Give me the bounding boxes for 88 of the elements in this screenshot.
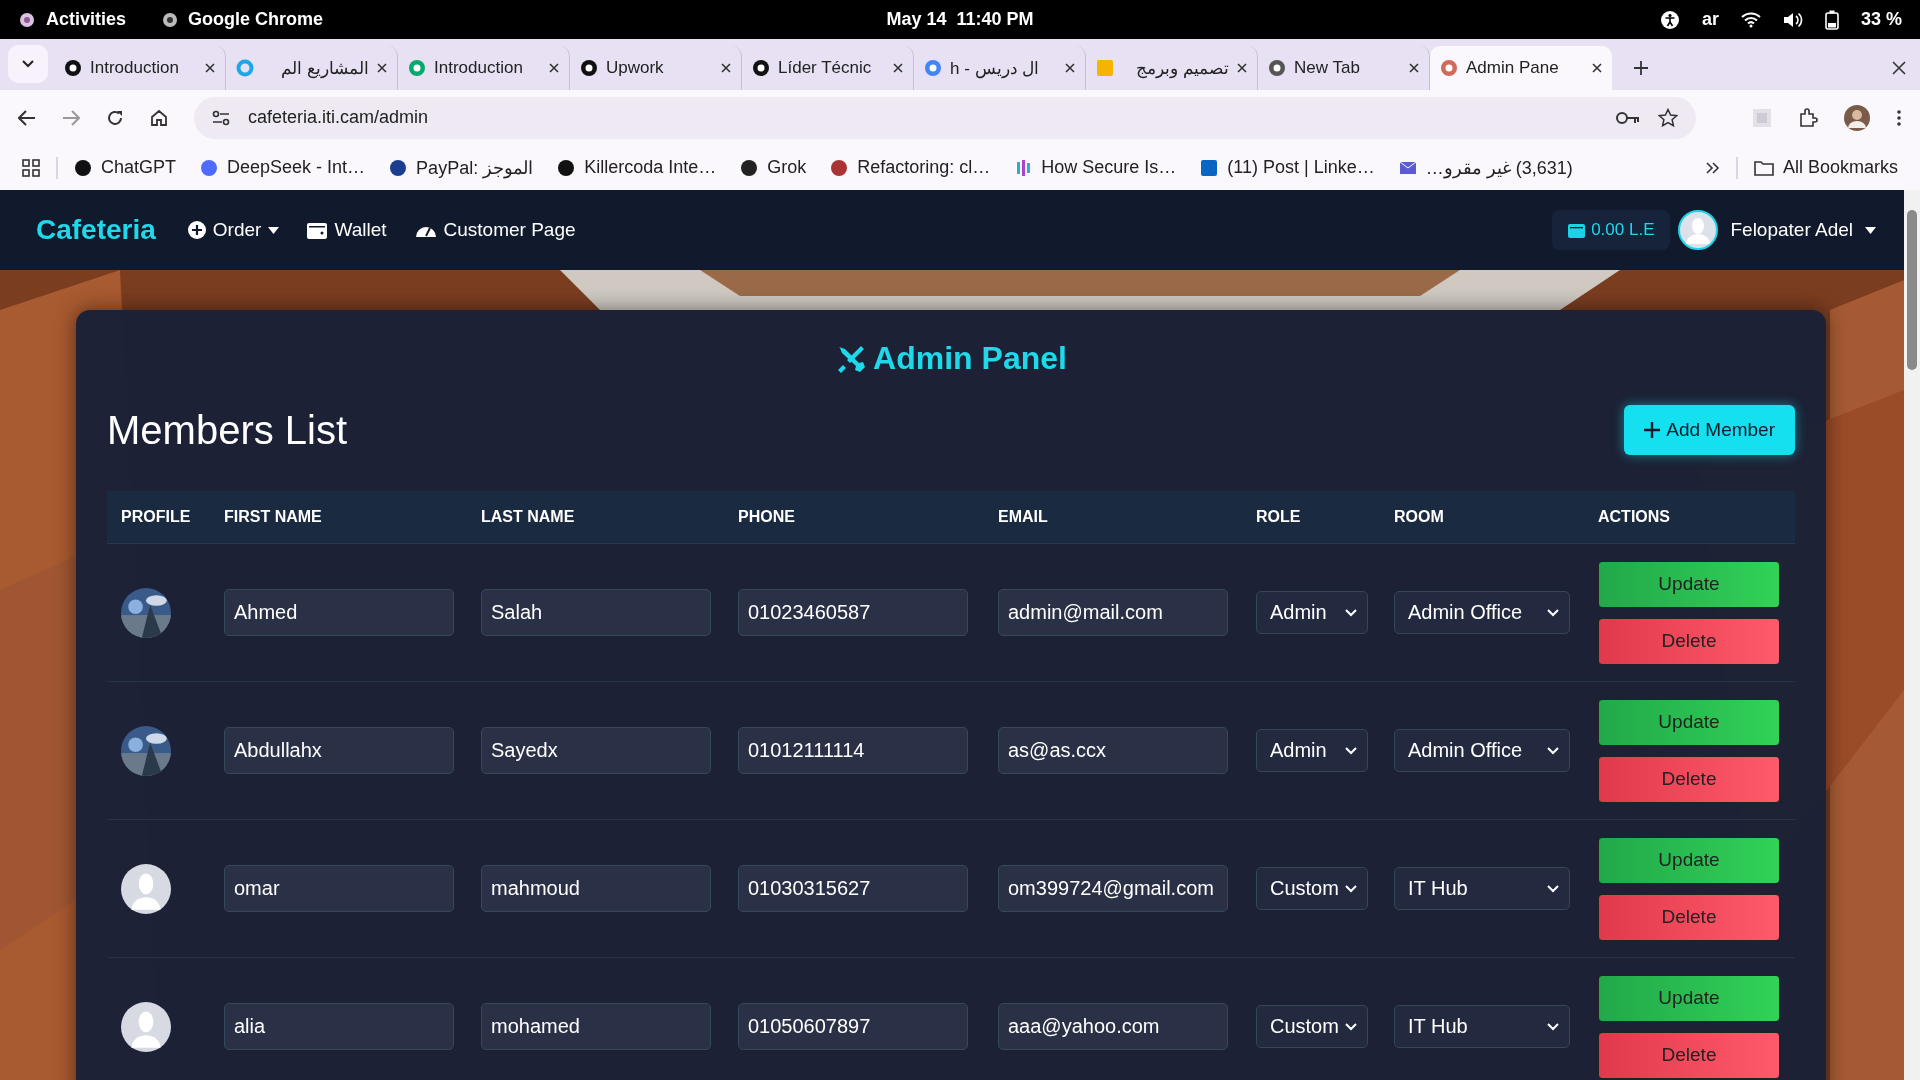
tab-title: h - ال دريس xyxy=(950,57,1041,79)
activities-icon[interactable] xyxy=(18,10,36,29)
nav-link[interactable]: Wallet xyxy=(307,219,387,241)
more-icon[interactable] xyxy=(1896,108,1902,127)
brand-logo[interactable]: Cafeteria xyxy=(36,214,156,246)
close-window-icon[interactable] xyxy=(1892,61,1906,75)
reload-icon[interactable] xyxy=(106,108,124,127)
favicon-icon xyxy=(1200,158,1219,177)
input-language[interactable]: ar xyxy=(1701,9,1719,30)
favicon-icon xyxy=(1440,59,1458,77)
favicon-icon xyxy=(752,59,770,77)
tab-title: Introduction xyxy=(90,58,180,78)
wallet-balance[interactable]: 0.00 L.E xyxy=(1552,210,1671,250)
bookmark[interactable]: Refactoring: cl… xyxy=(830,157,991,178)
forward-icon[interactable] xyxy=(62,109,80,126)
browser-tab[interactable]: Admin Pane xyxy=(1430,46,1612,90)
favicon-icon xyxy=(1014,158,1033,177)
home-icon[interactable] xyxy=(150,108,168,127)
address-bar[interactable]: cafeteria.iti.cam/admin xyxy=(194,96,1696,139)
bookmark[interactable]: (3,631) غير مقرو… xyxy=(1398,156,1573,179)
profile-avatar-icon[interactable] xyxy=(1844,104,1870,131)
close-icon[interactable] xyxy=(721,63,731,73)
favicon-icon xyxy=(830,158,849,177)
star-icon[interactable] xyxy=(1658,107,1678,128)
battery-icon[interactable] xyxy=(1824,9,1839,30)
folder-icon xyxy=(1753,159,1774,176)
tab-title: المشاريع الم xyxy=(280,57,369,79)
chevron-down-icon xyxy=(22,60,34,68)
app-name[interactable]: Google Chrome xyxy=(188,9,324,30)
wallet-icon xyxy=(307,221,328,239)
caret-icon xyxy=(268,226,280,234)
favicon-icon xyxy=(740,158,759,177)
close-icon[interactable] xyxy=(1065,63,1075,73)
more-bookmarks-icon[interactable] xyxy=(1705,161,1720,174)
bookmark[interactable]: DeepSeek - Int… xyxy=(200,157,366,178)
favicon-icon xyxy=(580,59,598,77)
close-icon[interactable] xyxy=(377,63,387,73)
tab-title: Líder Técnic xyxy=(778,58,873,78)
favicon-icon xyxy=(236,59,254,77)
favicon-icon xyxy=(557,158,576,177)
wallet-icon xyxy=(1568,222,1586,238)
close-icon[interactable] xyxy=(1409,63,1419,73)
favicon-icon xyxy=(1096,59,1114,77)
tab-title: Introduction xyxy=(434,58,524,78)
nav-link[interactable]: Order xyxy=(187,219,280,241)
tab-title: Admin Pane xyxy=(1466,58,1560,78)
close-icon[interactable] xyxy=(549,63,559,73)
favicon-icon xyxy=(74,158,92,177)
wifi-icon[interactable] xyxy=(1740,11,1761,28)
puzzle-icon[interactable] xyxy=(1798,107,1818,128)
favicon-icon xyxy=(408,59,426,77)
apps-grid-icon[interactable] xyxy=(22,158,40,177)
favicon-icon xyxy=(924,59,942,77)
bookmark[interactable]: Killercoda Inte… xyxy=(557,157,717,178)
all-bookmarks-button[interactable]: All Bookmarks xyxy=(1753,157,1898,178)
close-icon[interactable] xyxy=(1237,63,1247,73)
tab-title: تصميم وبرمج xyxy=(1135,57,1229,79)
chrome-icon xyxy=(162,11,179,28)
favicon-icon xyxy=(200,158,219,177)
tab-title: Upwork xyxy=(606,58,665,78)
site-settings-icon[interactable] xyxy=(212,109,230,126)
close-icon[interactable] xyxy=(893,63,903,73)
nav-link[interactable]: Customer Page xyxy=(414,219,576,241)
close-icon[interactable] xyxy=(1592,63,1602,73)
scrollbar[interactable] xyxy=(1904,190,1920,1080)
url-text: cafeteria.iti.cam/admin xyxy=(248,107,429,128)
caret-icon xyxy=(1865,226,1876,234)
favicon-icon xyxy=(389,158,408,177)
favicon-icon xyxy=(1268,59,1286,77)
close-icon[interactable] xyxy=(205,63,215,73)
user-menu[interactable]: Felopater Adel xyxy=(1678,210,1876,250)
accessibility-icon[interactable] xyxy=(1659,9,1680,30)
battery-percent[interactable]: 33 % xyxy=(1860,9,1902,30)
bookmark[interactable]: (11) Post | Linke… xyxy=(1200,157,1375,178)
bookmark[interactable]: ChatGPT xyxy=(74,157,177,178)
tab-title: New Tab xyxy=(1294,58,1361,78)
key-icon[interactable] xyxy=(1616,110,1640,125)
bookmark[interactable]: How Secure Is… xyxy=(1014,157,1177,178)
back-icon[interactable] xyxy=(18,109,36,126)
activities-label[interactable]: Activities xyxy=(46,9,127,30)
clock[interactable]: May 14 11:40 PM xyxy=(886,9,1034,30)
bookmark[interactable]: Grok xyxy=(740,157,807,178)
plus-circle-icon xyxy=(187,221,206,239)
avatar-icon xyxy=(1678,210,1719,250)
favicon-icon xyxy=(64,59,82,77)
new-tab-icon[interactable] xyxy=(1634,61,1648,75)
bookmark[interactable]: PayPal: الموجز xyxy=(389,156,534,179)
volume-icon[interactable] xyxy=(1782,11,1803,28)
